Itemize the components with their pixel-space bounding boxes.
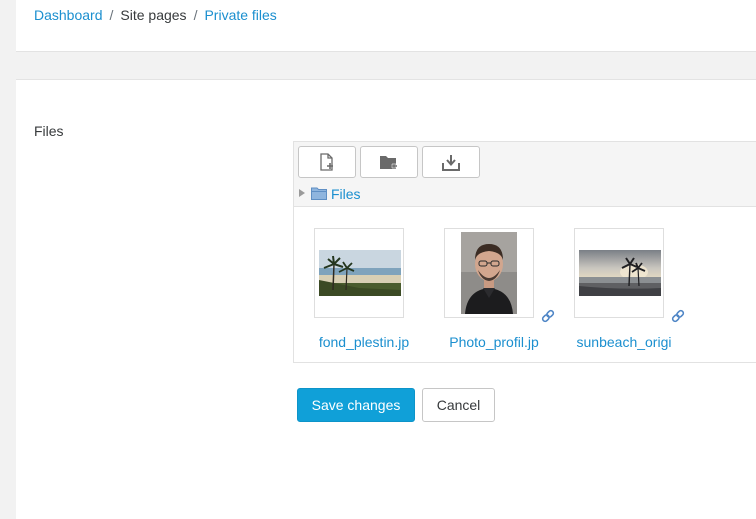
file-thumbnail[interactable]: [574, 228, 664, 318]
alias-link-icon: [671, 309, 685, 323]
file-thumbnail[interactable]: [444, 228, 534, 318]
add-file-icon: [320, 153, 333, 171]
file-name[interactable]: sunbeach_origi: [558, 333, 690, 355]
files-field-label: Files: [34, 123, 64, 139]
breadcrumb-separator: /: [193, 7, 198, 23]
file-manager: Files fond_plestin.jp Photo_profil.jp su…: [293, 141, 756, 363]
breadcrumb: Dashboard / Site pages / Private files: [34, 7, 277, 23]
folder-icon: [311, 187, 327, 200]
cancel-button[interactable]: Cancel: [422, 388, 495, 422]
file-manager-toolbar: [294, 142, 756, 180]
breadcrumb-separator: /: [109, 7, 114, 23]
save-changes-button[interactable]: Save changes: [297, 388, 415, 422]
file-manager-path-bar: Files: [294, 180, 756, 207]
expand-triangle-icon[interactable]: [299, 189, 305, 197]
breadcrumb-dashboard-link[interactable]: Dashboard: [34, 7, 103, 23]
alias-link-icon: [541, 309, 555, 323]
download-all-button[interactable]: [422, 146, 480, 178]
portrait-image: [461, 232, 517, 314]
file-thumbnail[interactable]: [314, 228, 404, 318]
file-name[interactable]: Photo_profil.jp: [428, 333, 560, 355]
breadcrumb-site-pages: Site pages: [120, 7, 187, 23]
create-folder-button[interactable]: [360, 146, 418, 178]
create-folder-icon: [380, 156, 397, 169]
breadcrumb-bar: Dashboard / Site pages / Private files: [16, 0, 756, 52]
breadcrumb-private-files-link[interactable]: Private files: [204, 7, 276, 23]
file-name[interactable]: fond_plestin.jp: [298, 333, 430, 355]
path-files-link[interactable]: Files: [331, 186, 361, 202]
add-file-button[interactable]: [298, 146, 356, 178]
main-region: Files Files fond_plestin.jp Photo_profil…: [16, 79, 756, 519]
download-icon: [442, 154, 460, 171]
sunset-image: [579, 250, 661, 296]
beach-image: [319, 250, 401, 296]
